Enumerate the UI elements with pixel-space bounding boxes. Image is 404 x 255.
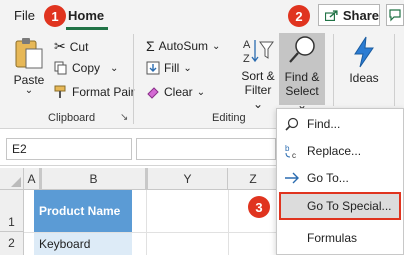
svg-text:Z: Z (243, 53, 250, 65)
step-badge-3: 3 (248, 196, 270, 218)
find-select-label-1: Find & (284, 70, 320, 84)
format-painter-label: Format Pair (72, 85, 135, 99)
ribbon-separator (394, 34, 395, 106)
cell-b2[interactable]: Keyboard (34, 233, 132, 255)
column-header-b[interactable]: B (42, 168, 146, 190)
clipboard-group-label: Clipboard (48, 112, 96, 124)
tab-home[interactable]: Home (68, 8, 104, 23)
step-badge-2: 2 (288, 5, 310, 27)
name-box[interactable]: E2 (6, 138, 132, 160)
copy-icon (54, 61, 67, 75)
eraser-icon (147, 87, 159, 99)
lightning-icon (354, 36, 374, 68)
fill-chevron-icon: ⌄ (183, 62, 192, 74)
clear-label: Clear (164, 85, 193, 99)
share-icon (325, 10, 338, 21)
cut-label: Cut (69, 39, 89, 54)
magnifier-icon (289, 36, 315, 63)
search-icon (277, 117, 307, 131)
paste-icon (15, 38, 43, 69)
tab-file[interactable]: File (14, 8, 35, 23)
autosum-label: AutoSum (158, 39, 209, 53)
gridline (146, 190, 147, 255)
sort-filter-button[interactable]: A Z Sort & Filter ⌄ (238, 36, 278, 111)
menu-item-formulas-label: Formulas (307, 231, 358, 245)
menu-item-find[interactable]: Find... (277, 111, 403, 137)
clear-chevron-icon: ⌄ (196, 86, 206, 98)
svg-text:A: A (243, 39, 251, 51)
menu-item-goto-label: Go To... (307, 171, 349, 185)
corner-triangle-icon (11, 177, 21, 187)
clipboard-launcher-icon[interactable]: ↘ (120, 112, 128, 123)
ideas-label: Ideas (349, 71, 379, 85)
gridline (228, 190, 229, 255)
menu-item-find-label: Find... (307, 117, 341, 131)
fill-down-icon (146, 61, 160, 75)
ribbon-separator (133, 34, 134, 124)
scissors-icon: ✂ (54, 38, 66, 54)
format-painter-icon (54, 85, 66, 98)
format-painter-button[interactable]: Format Pair (54, 85, 135, 99)
menu-item-goto[interactable]: Go To... (277, 165, 403, 191)
menu-item-replace-label: Replace... (307, 144, 362, 158)
select-all-corner[interactable] (0, 168, 24, 190)
comments-button[interactable] (386, 4, 404, 26)
copy-label: Copy (72, 61, 101, 75)
find-select-button[interactable]: Find & Select ⌄ (279, 33, 325, 112)
fill-label: Fill (164, 61, 180, 75)
fill-button[interactable]: Fill ⌄ (146, 61, 192, 75)
column-header-z[interactable]: Z (228, 168, 278, 190)
editing-group-label: Editing (212, 112, 246, 124)
clear-button[interactable]: Clear ⌄ (146, 85, 205, 99)
step-badge-1: 1 (44, 5, 66, 27)
sort-filter-label-2: Filter ⌄ (244, 83, 272, 111)
menu-item-goto-special[interactable]: Go To Special... (279, 192, 401, 220)
ideas-button[interactable]: Ideas (342, 36, 386, 102)
comment-icon (389, 9, 401, 22)
copy-button[interactable]: Copy ⌄ (54, 61, 118, 75)
row-header-2[interactable]: 2 (0, 232, 24, 255)
menu-item-formulas[interactable]: Formulas (277, 225, 403, 251)
share-button[interactable]: Share (318, 4, 380, 26)
cell-b1[interactable]: Product Name (34, 190, 132, 232)
autosum-chevron-icon: ⌄ (212, 40, 221, 52)
column-header-a[interactable]: A (24, 168, 40, 190)
menu-item-goto-special-label: Go To Special... (307, 199, 392, 213)
arrow-right-icon (277, 172, 307, 184)
cut-button[interactable]: ✂ Cut (54, 38, 88, 55)
svg-text:b: b (285, 144, 290, 153)
paste-button[interactable]: Paste ⌄ (8, 36, 50, 106)
column-header-y[interactable]: Y (148, 168, 228, 190)
svg-text:c: c (292, 151, 296, 159)
sigma-icon: Σ (146, 38, 155, 54)
autosum-button[interactable]: Σ AutoSum ⌄ (146, 38, 220, 54)
ribbon-separator (333, 34, 334, 106)
share-label: Share (342, 7, 379, 23)
menu-item-replace[interactable]: bc Replace... (277, 138, 403, 164)
row-header-1[interactable]: 1 (0, 190, 24, 232)
copy-chevron-icon: ⌄ (110, 62, 119, 74)
sort-filter-label-1: Sort & (241, 69, 275, 83)
find-select-menu: Find... bc Replace... Go To... Go To Spe… (276, 108, 404, 255)
formula-input[interactable] (136, 138, 276, 160)
sort-filter-icon: A Z (243, 39, 274, 65)
replace-icon: bc (277, 143, 307, 159)
